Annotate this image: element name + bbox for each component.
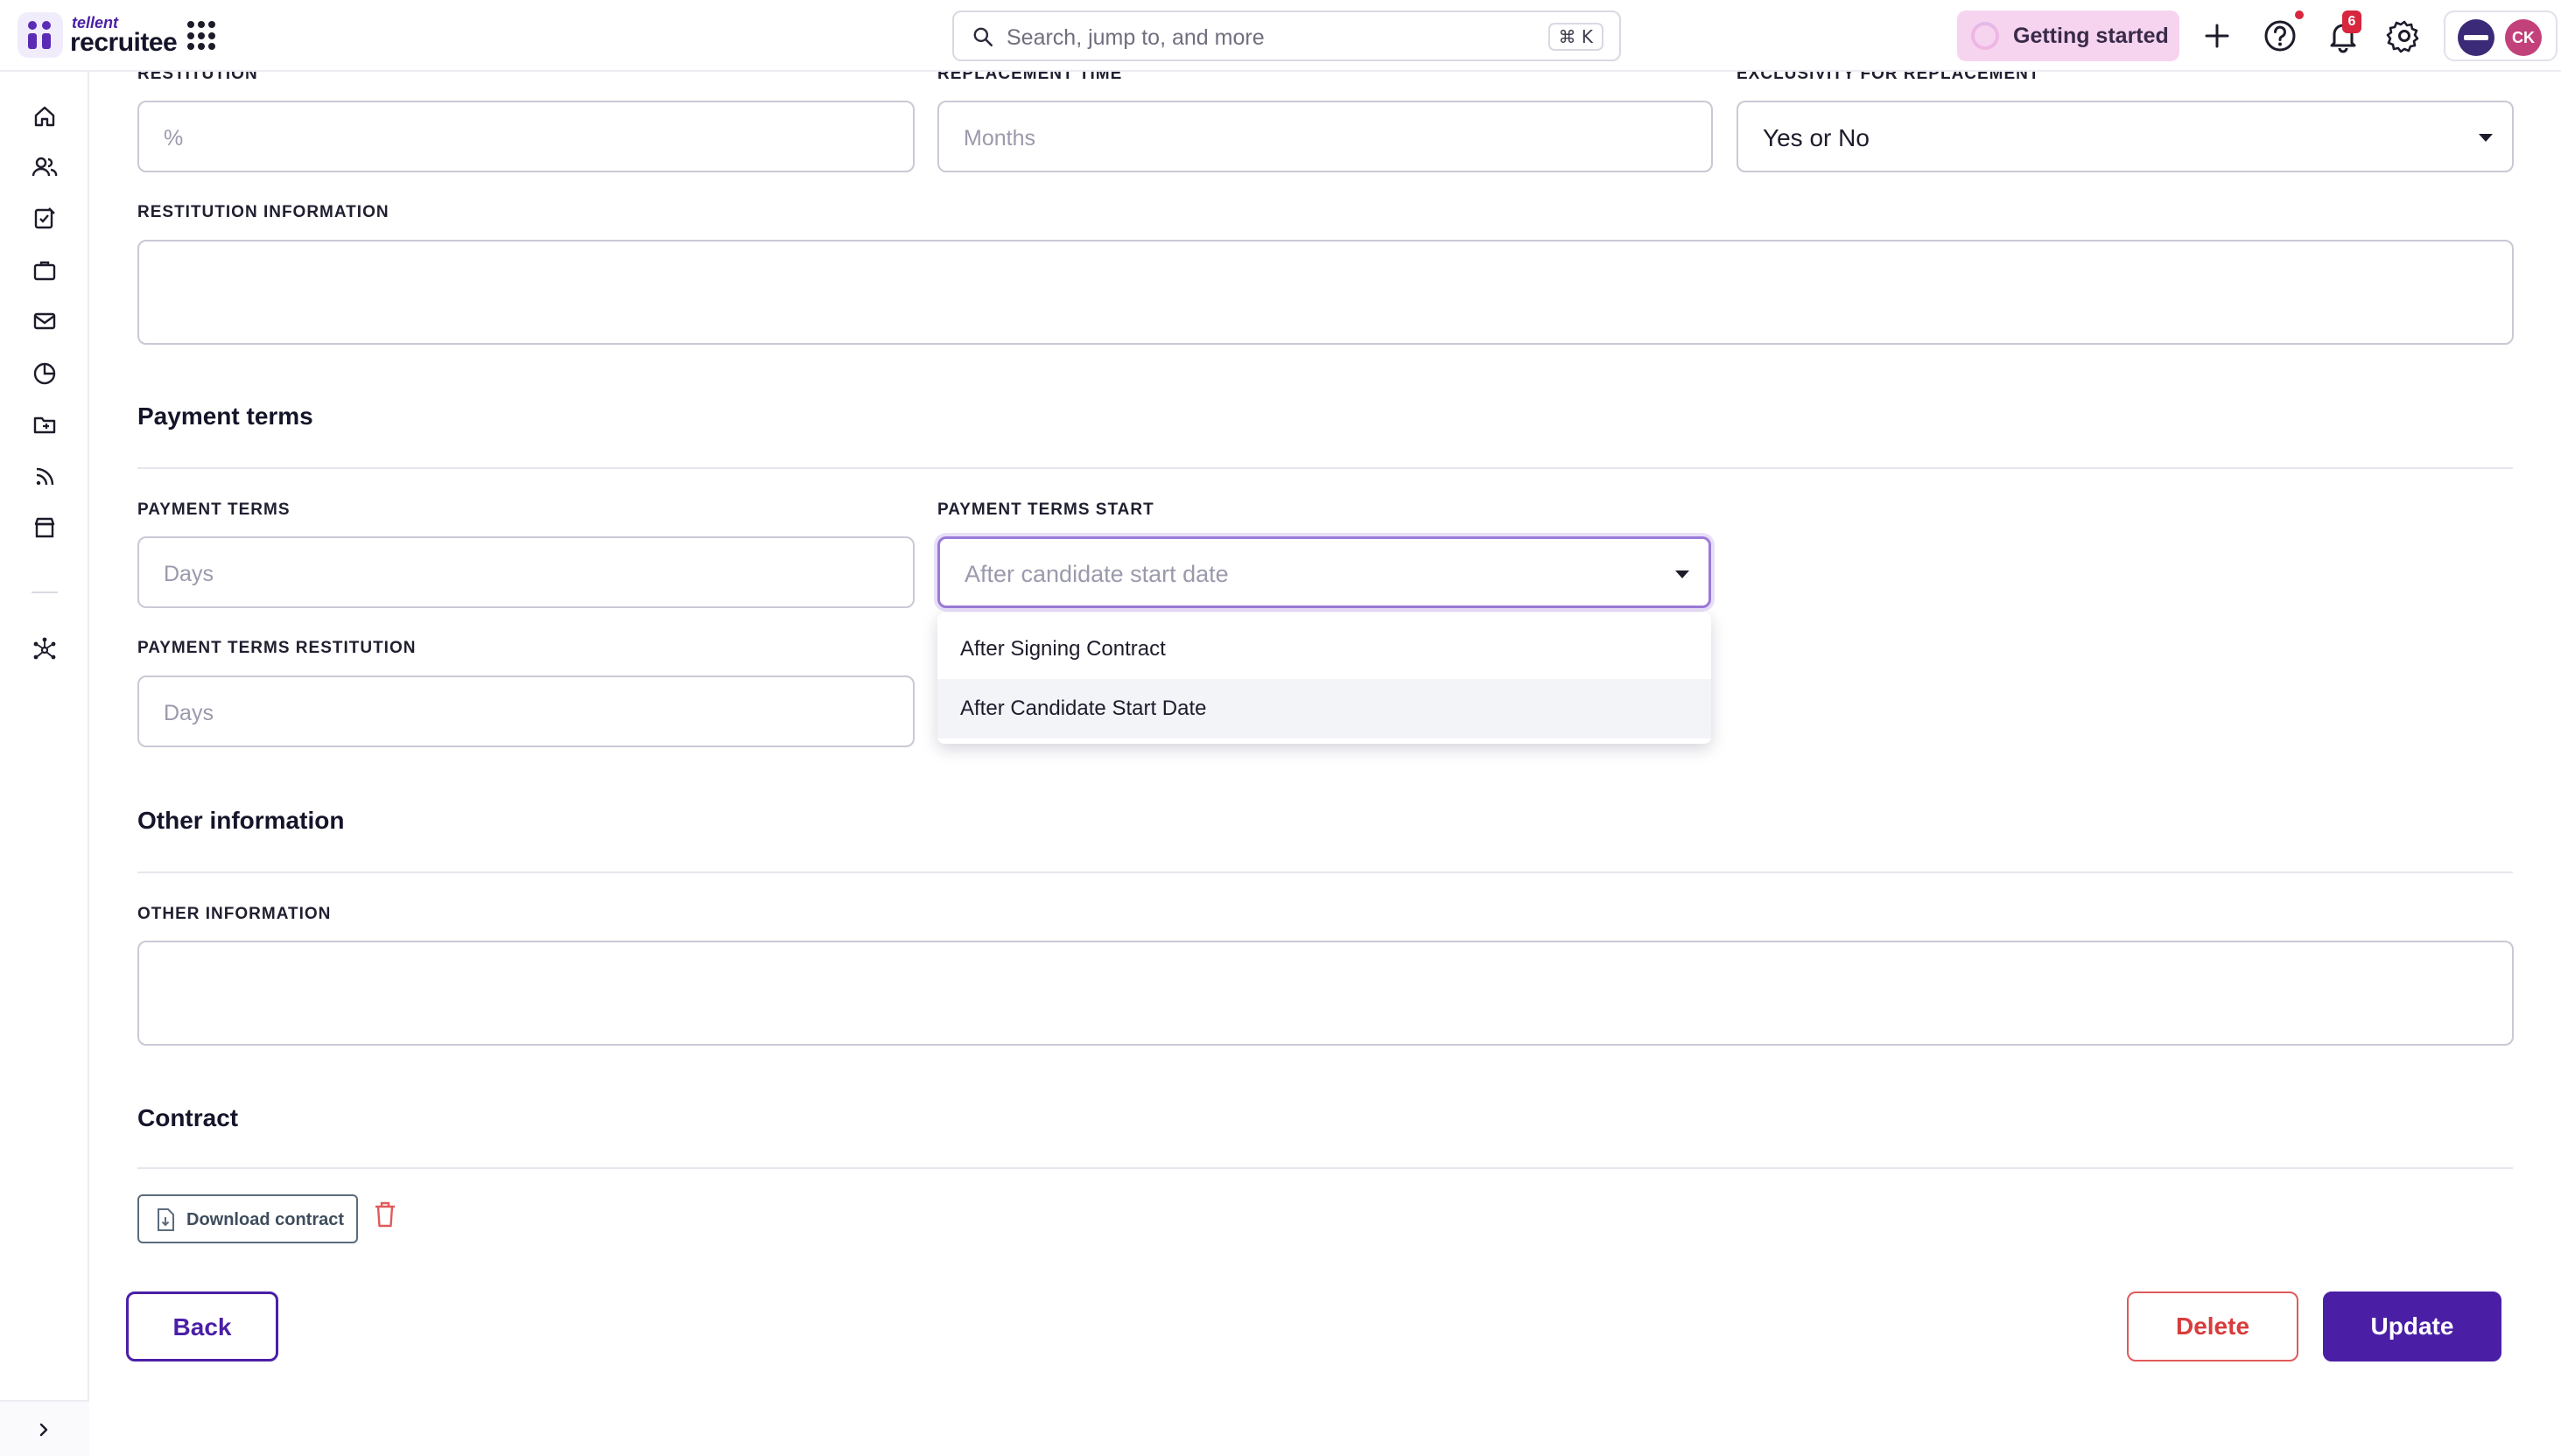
payment-terms-start-select[interactable]: After candidate start date xyxy=(937,536,1711,608)
trash-icon[interactable] xyxy=(373,1200,397,1228)
update-button[interactable]: Update xyxy=(2323,1292,2501,1362)
payment-terms-restitution-label: PAYMENT TERMS RESTITUTION xyxy=(137,639,417,657)
chevron-down-icon xyxy=(1675,570,1689,578)
section-divider xyxy=(137,467,2513,469)
getting-started-button[interactable]: Getting started xyxy=(1957,10,2179,61)
payment-terms-placeholder: Days xyxy=(164,562,214,586)
dropdown-option[interactable]: After Signing Contract xyxy=(937,620,1711,679)
help-icon[interactable] xyxy=(2262,18,2298,54)
restitution-placeholder: % xyxy=(164,126,184,150)
restitution-information-label: RESTITUTION INFORMATION xyxy=(137,203,389,221)
delete-button[interactable]: Delete xyxy=(2127,1292,2298,1362)
sidebar xyxy=(0,72,89,1456)
restitution-information-textarea[interactable] xyxy=(137,240,2514,345)
app-switcher-icon[interactable] xyxy=(187,21,217,51)
payment-terms-label: PAYMENT TERMS xyxy=(137,500,291,519)
replacement-time-placeholder: Months xyxy=(964,126,1035,150)
add-icon[interactable] xyxy=(2199,18,2235,54)
progress-ring-icon xyxy=(1971,22,1999,50)
integrations-icon[interactable] xyxy=(32,637,58,663)
section-divider xyxy=(137,1167,2513,1169)
getting-started-label: Getting started xyxy=(2013,24,2169,48)
settings-icon[interactable] xyxy=(2386,18,2423,54)
section-divider xyxy=(137,872,2513,873)
recruitee-logo[interactable] xyxy=(18,12,63,58)
contract-section-title: Contract xyxy=(137,1104,239,1131)
payment-terms-start-label: PAYMENT TERMS START xyxy=(937,500,1154,519)
back-button[interactable]: Back xyxy=(126,1292,278,1362)
top-bar: tellent recruitee Search, jump to, and m… xyxy=(0,0,2561,72)
other-information-section-title: Other information xyxy=(137,807,345,834)
download-contract-label: Download contract xyxy=(186,1210,345,1229)
payment-terms-restitution-input[interactable]: Days xyxy=(137,676,915,747)
restitution-input[interactable]: % xyxy=(137,101,915,172)
other-information-label: OTHER INFORMATION xyxy=(137,905,332,923)
download-document-icon xyxy=(158,1208,174,1231)
main-content: RESTITUTION REPLACEMENT TIME EXCLUSIVITY… xyxy=(89,65,2561,1456)
global-search[interactable]: Search, jump to, and more ⌘ K xyxy=(952,10,1621,61)
payment-terms-start-placeholder: After candidate start date xyxy=(965,561,1229,587)
reports-icon[interactable] xyxy=(32,360,58,387)
brand-recruitee: recruitee xyxy=(70,28,178,57)
organization-logo xyxy=(2458,19,2494,56)
sidebar-collapse-button[interactable] xyxy=(0,1400,89,1456)
replacement-time-input[interactable]: Months xyxy=(937,101,1713,172)
other-information-textarea[interactable] xyxy=(137,941,2514,1046)
marketplace-icon[interactable] xyxy=(32,514,58,541)
download-contract-button[interactable]: Download contract xyxy=(137,1194,358,1243)
tasks-icon[interactable] xyxy=(32,205,58,231)
search-icon xyxy=(973,27,993,47)
search-shortcut: ⌘ K xyxy=(1547,23,1603,51)
exclusivity-select[interactable]: Yes or No xyxy=(1737,101,2514,172)
dropdown-option-highlighted[interactable]: After Candidate Start Date xyxy=(937,679,1711,738)
feed-icon[interactable] xyxy=(32,464,58,490)
payment-terms-section-title: Payment terms xyxy=(137,402,313,430)
payment-terms-input[interactable]: Days xyxy=(137,536,915,608)
account-menu[interactable]: CK xyxy=(2444,10,2557,61)
search-placeholder: Search, jump to, and more xyxy=(1007,25,1265,50)
sidebar-divider xyxy=(32,592,58,593)
folder-icon[interactable] xyxy=(32,411,58,438)
notification-count-badge: 6 xyxy=(2342,10,2361,33)
jobs-icon[interactable] xyxy=(32,257,58,284)
candidates-icon[interactable] xyxy=(32,154,58,180)
chevron-down-icon xyxy=(2479,134,2493,142)
mail-icon[interactable] xyxy=(32,308,58,334)
chevron-right-icon xyxy=(39,1423,48,1437)
user-avatar: CK xyxy=(2505,19,2542,56)
exclusivity-value: Yes or No xyxy=(1763,124,1870,151)
payment-terms-restitution-placeholder: Days xyxy=(164,701,214,725)
help-indicator-dot xyxy=(2295,10,2304,19)
home-icon[interactable] xyxy=(32,103,58,130)
payment-terms-start-dropdown: After Signing Contract After Candidate S… xyxy=(937,612,1711,744)
